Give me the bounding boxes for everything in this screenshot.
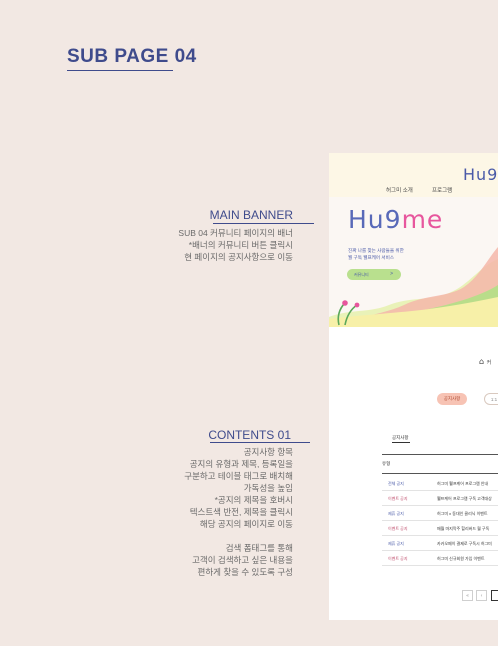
table-row[interactable]: 제휴 공지 카카오페이 결제로 구독시 허그미 — [382, 536, 498, 551]
main-banner-description: SUB 04 커뮤니티 페이지의 배너 *배너의 커뮤니티 버튼 클릭시 현 페… — [178, 227, 293, 263]
banner-logo: Hu9me — [348, 205, 443, 234]
description-line: SUB 04 커뮤니티 페이지의 배너 — [178, 228, 293, 238]
tab-inquiry[interactable]: 1:1 — [484, 393, 498, 405]
breadcrumb-label: 커 — [486, 360, 492, 366]
table-row[interactable]: 전체 공지 허그미 웰프케어 프로그램 안내 — [382, 476, 498, 491]
description-line: *배너의 커뮤니티 버튼 클릭시 — [188, 240, 293, 250]
nav-item-about[interactable]: 허그미 소개 — [386, 186, 413, 194]
contents-description: 공지사항 항목 공지의 유형과 제목, 등록일을 구분하고 테이블 태그로 배치… — [184, 446, 293, 578]
chevron-right-icon: > — [390, 271, 393, 277]
description-line: 텍스트색 반전, 제목을 클릭시 — [189, 507, 293, 517]
notice-type: 이벤트 공지 — [388, 526, 408, 531]
main-banner: Hu9me 진짜 나를 찾는 사람들을 위한 월 구독 웰프케어 서비스 커뮤니… — [329, 197, 498, 327]
banner-copy: 진짜 나를 찾는 사람들을 위한 월 구독 웰프케어 서비스 — [348, 247, 404, 261]
description-line: 구분하고 테이블 태그로 배치해 — [184, 471, 293, 481]
banner-copy-line: 월 구독 웰프케어 서비스 — [348, 255, 395, 260]
notice-title[interactable]: 허그미 신규회원 가입 이벤트 — [437, 556, 485, 562]
pager-page-button[interactable] — [491, 590, 498, 601]
table-row[interactable]: 이벤트 공지 허그미 신규회원 가입 이벤트 — [382, 551, 498, 566]
description-line: 고객이 검색하고 싶은 내용을 — [192, 555, 293, 565]
community-button[interactable]: 커뮤니티 > — [347, 269, 401, 280]
table-header-rule — [382, 473, 498, 474]
notice-title[interactable]: 허그미 웰프케어 프로그램 안내 — [437, 481, 488, 487]
community-button-label: 커뮤니티 — [354, 272, 369, 277]
description-line: *공지의 제목을 호버시 — [214, 495, 293, 505]
notice-title[interactable]: 매월 마지막주 힐리버드 월 구독 — [437, 526, 489, 532]
breadcrumb: ⌂ 커 — [479, 357, 491, 366]
contents-title: CONTENTS 01 — [208, 428, 291, 442]
notice-type: 제휴 공지 — [388, 511, 404, 516]
description-line: 검색 폼태그를 통해 — [225, 543, 293, 553]
notice-type: 전체 공지 — [388, 481, 404, 486]
page-heading-underline — [67, 70, 173, 71]
table-row[interactable]: 제휴 공지 허그미 x 동대인 클리닉 이벤트 — [382, 506, 498, 521]
contents-title-underline — [210, 442, 310, 443]
description-line: 공지사항 항목 — [243, 447, 293, 457]
description-line: 공지의 유형과 제목, 등록일을 — [189, 459, 293, 469]
nav-item-program[interactable]: 프로그램 — [432, 186, 452, 194]
main-banner-title-underline — [213, 223, 314, 224]
table-row[interactable]: 이벤트 공지 웰프케어 프로그램 구독 고객대상 — [382, 491, 498, 506]
description-line: 현 페이지의 공지사항으로 이동 — [184, 252, 293, 262]
website-mockup: Hu9 허그미 소개 프로그램 Hu9me 진짜 나를 찾는 사람들을 위한 월… — [329, 153, 498, 620]
pager-prev-button[interactable]: ‹ — [476, 590, 487, 601]
page-heading: SUB PAGE 04 — [67, 46, 197, 67]
site-logo[interactable]: Hu9 — [463, 165, 498, 184]
notice-type: 제휴 공지 — [388, 541, 404, 546]
description-line: 해당 공지의 페이지로 이동 — [199, 519, 293, 529]
banner-logo-part: Hu9 — [348, 205, 402, 234]
notice-title[interactable]: 허그미 x 동대인 클리닉 이벤트 — [437, 511, 488, 517]
home-icon[interactable]: ⌂ — [479, 357, 484, 366]
mockup-header: Hu9 허그미 소개 프로그램 — [329, 153, 498, 197]
banner-copy-line: 진짜 나를 찾는 사람들을 위한 — [348, 248, 404, 253]
notice-section-label: 공지사항 — [392, 435, 409, 440]
table-header-type: 유형 — [382, 461, 391, 466]
notice-title[interactable]: 카카오페이 결제로 구독시 허그미 — [437, 541, 492, 547]
table-row[interactable]: 이벤트 공지 매월 마지막주 힐리버드 월 구독 — [382, 521, 498, 536]
notice-type: 이벤트 공지 — [388, 556, 408, 561]
description-line: 편하게 찾을 수 있도록 구성 — [197, 567, 293, 577]
notice-label-underline — [392, 442, 410, 443]
banner-logo-part: me — [401, 205, 444, 234]
notice-title[interactable]: 웰프케어 프로그램 구독 고객대상 — [437, 496, 492, 502]
main-banner-title: MAIN BANNER — [209, 208, 293, 222]
tab-notice[interactable]: 공지사항 — [437, 393, 467, 405]
table-top-rule — [382, 454, 498, 455]
pager-first-button[interactable]: « — [462, 590, 473, 601]
description-line: 가독성을 높임 — [243, 483, 293, 493]
notice-type: 이벤트 공지 — [388, 496, 408, 501]
